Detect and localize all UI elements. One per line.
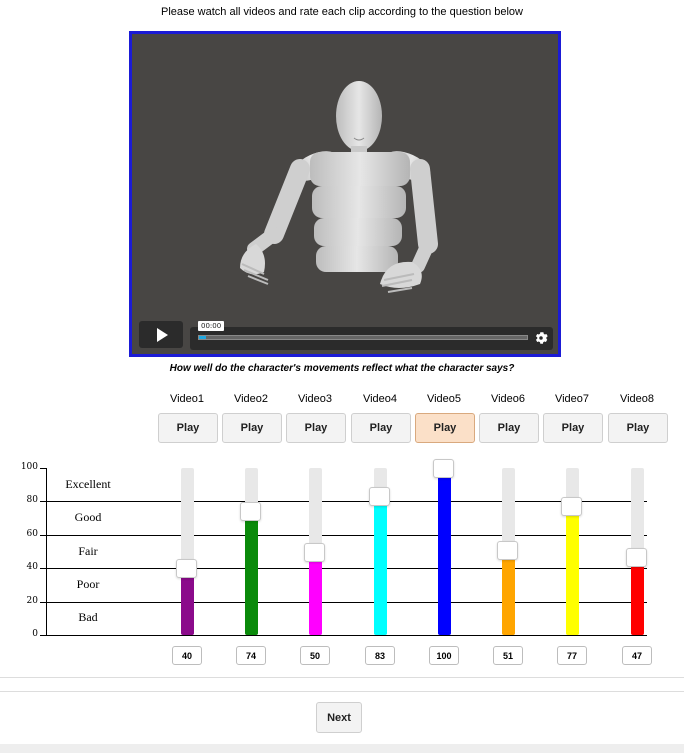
slider-thumb[interactable]: [433, 459, 454, 478]
video-label-3: Video3: [297, 393, 333, 405]
slider-fill: [245, 511, 258, 635]
rating-slider-6[interactable]: [497, 468, 518, 635]
y-tick-label: 20: [26, 595, 38, 606]
rating-value-4: 83: [365, 646, 395, 665]
scale-gridline: [46, 635, 647, 636]
y-tick-mark: [40, 468, 46, 469]
character-video-frame: [240, 81, 438, 293]
rating-label-excellent: Excellent: [65, 476, 111, 491]
rating-value-6: 51: [493, 646, 523, 665]
slider-thumb[interactable]: [369, 487, 390, 507]
slider-fill: [181, 568, 194, 635]
rating-label-good: Good: [74, 510, 102, 525]
y-tick-label: 40: [26, 562, 38, 573]
y-axis: [46, 468, 47, 635]
play-video-7-button[interactable]: Play: [543, 413, 603, 443]
play-video-2-button[interactable]: Play: [222, 413, 282, 443]
section-divider: [0, 691, 684, 692]
bottom-bar: [0, 744, 684, 753]
seek-progress: [199, 336, 206, 339]
rating-value-3: 50: [300, 646, 330, 665]
video-label-6: Video6: [490, 393, 526, 405]
video-label-4: Video4: [362, 393, 398, 405]
slider-thumb[interactable]: [176, 559, 197, 579]
rating-slider-2[interactable]: [240, 468, 261, 635]
y-tick-label: 60: [26, 528, 38, 539]
slider-fill: [502, 549, 515, 635]
video-label-5: Video5: [426, 393, 462, 405]
rating-label-poor: Poor: [76, 576, 100, 591]
slider-fill: [438, 468, 451, 635]
video-label-8: Video8: [619, 393, 655, 405]
play-icon: [157, 327, 168, 342]
slider-fill: [374, 496, 387, 635]
rating-value-1: 40: [172, 646, 202, 665]
slider-thumb[interactable]: [497, 540, 518, 560]
video-label-7: Video7: [554, 393, 590, 405]
play-video-3-button[interactable]: Play: [286, 413, 346, 443]
play-video-4-button[interactable]: Play: [351, 413, 411, 443]
y-tick-label: 80: [26, 495, 38, 506]
rating-question: How well do the character's movements re…: [169, 363, 515, 374]
y-tick-label: 100: [20, 462, 38, 472]
scale-gridline: [46, 568, 647, 570]
timecode-tooltip: 00:00: [198, 321, 225, 331]
video-label-2: Video2: [233, 393, 269, 405]
rating-value-7: 77: [557, 646, 587, 665]
rating-slider-5[interactable]: [433, 459, 454, 635]
rating-slider-7[interactable]: [561, 468, 582, 635]
gear-icon[interactable]: [534, 331, 548, 345]
rating-value-8: 47: [622, 646, 652, 665]
scale-gridline: [46, 534, 647, 536]
play-button[interactable]: [139, 321, 183, 348]
play-video-5-button[interactable]: Play: [415, 413, 475, 443]
next-button[interactable]: Next: [316, 702, 362, 733]
slider-fill: [631, 556, 644, 635]
seek-bar[interactable]: [198, 335, 528, 340]
play-video-1-button[interactable]: Play: [158, 413, 218, 443]
rating-slider-1[interactable]: [176, 468, 197, 635]
slider-fill: [566, 506, 579, 635]
play-video-6-button[interactable]: Play: [479, 413, 539, 443]
video-player[interactable]: 00:00: [129, 31, 561, 357]
video-label-1: Video1: [169, 393, 205, 405]
instructions-text: Please watch all videos and rate each cl…: [160, 6, 523, 18]
slider-thumb[interactable]: [561, 497, 582, 517]
rating-value-5: 100: [429, 646, 459, 665]
slider-fill: [309, 551, 322, 635]
rating-slider-3[interactable]: [304, 468, 325, 635]
video-control-bar: [190, 327, 553, 350]
play-video-8-button[interactable]: Play: [608, 413, 668, 443]
slider-thumb[interactable]: [240, 502, 261, 522]
rating-slider-4[interactable]: [369, 468, 390, 635]
rating-value-2: 74: [236, 646, 266, 665]
scale-gridline: [46, 601, 647, 603]
section-divider: [0, 677, 684, 678]
rating-label-fair: Fair: [78, 543, 98, 558]
slider-thumb[interactable]: [304, 542, 325, 562]
rating-label-bad: Bad: [78, 610, 98, 625]
scale-gridline: [46, 501, 647, 503]
slider-thumb[interactable]: [626, 547, 647, 567]
rating-slider-8[interactable]: [626, 468, 647, 635]
y-tick-label: 0: [32, 629, 38, 639]
